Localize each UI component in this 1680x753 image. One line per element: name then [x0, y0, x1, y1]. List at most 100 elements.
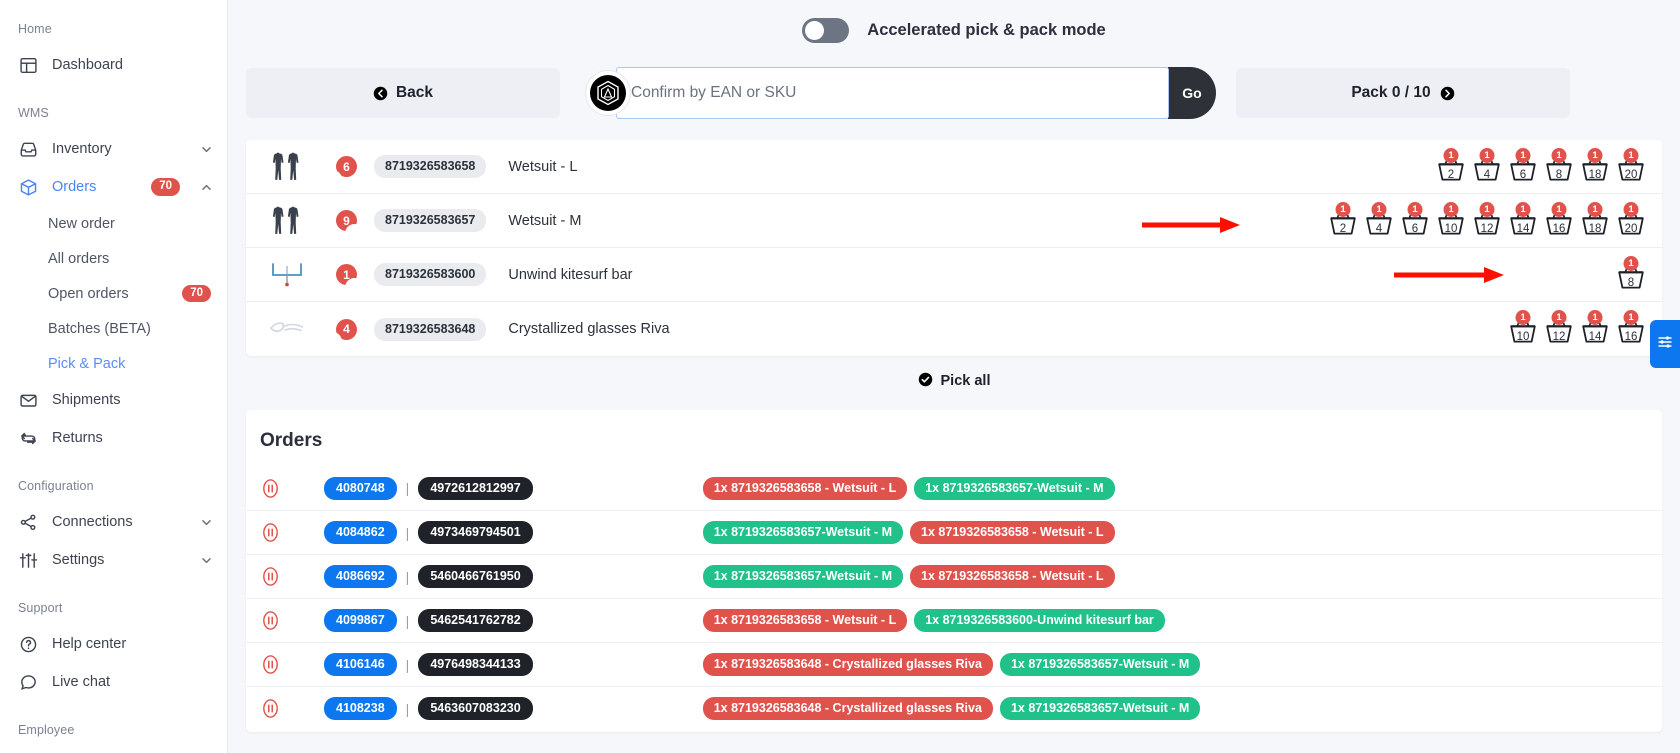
sidebar-subitem-batches-beta-[interactable]: Batches (BETA): [0, 311, 227, 346]
toggle-knob: [345, 277, 364, 297]
chevron-down-icon[interactable]: [200, 143, 213, 156]
chevron-up-icon[interactable]: [200, 181, 213, 194]
chevron-down-icon[interactable]: [200, 554, 213, 567]
bin-location[interactable]: 16: [1508, 147, 1538, 182]
sidebar-subitem-new-order[interactable]: New order: [0, 206, 227, 241]
bin-location[interactable]: 1 20: [1616, 201, 1646, 236]
sidebar-item-crm[interactable]: CRM: [0, 747, 227, 753]
order-row[interactable]: 4099867 | 5462541762782 1x 8719326583658 - …: [246, 598, 1662, 642]
toggle-knob: [805, 20, 825, 40]
order-status-paused-icon[interactable]: [260, 478, 282, 499]
bin-location[interactable]: 1 16: [1616, 310, 1646, 344]
order-row[interactable]: 4084862 | 4973469794501 1x 8719326583657-We…: [246, 510, 1662, 554]
bin-location[interactable]: 1 18: [1580, 201, 1610, 236]
bin-location[interactable]: 16: [1400, 201, 1430, 236]
separator: |: [405, 700, 410, 717]
order-status-paused-icon[interactable]: [260, 698, 282, 719]
separator: |: [405, 656, 410, 673]
filter-panel-tab[interactable]: [1650, 320, 1680, 368]
bin-location[interactable]: 1 10: [1508, 310, 1538, 344]
bin-number: 8: [1627, 276, 1635, 289]
accelerated-mode-label: Accelerated pick & pack mode: [867, 20, 1106, 39]
sidebar-subitem-open-orders[interactable]: Open orders 70: [0, 276, 227, 311]
order-status-paused-icon[interactable]: [260, 610, 282, 631]
accelerated-mode-control: Accelerated pick & pack mode: [802, 17, 1106, 43]
bin-badge: 1: [1407, 201, 1423, 217]
bin-location[interactable]: 1 12: [1472, 201, 1502, 236]
bin-number: 4: [1483, 168, 1491, 181]
toggle-knob: [323, 169, 342, 189]
accelerated-mode-toggle[interactable]: [802, 17, 850, 43]
sidebar-item-label: Shipments: [52, 392, 121, 408]
bin-badge: 1: [1443, 147, 1459, 163]
sidebar-item-inventory[interactable]: Inventory: [0, 130, 227, 168]
pack-label: Pack 0 / 10: [1351, 84, 1431, 101]
bin-badge: 1: [1623, 147, 1639, 163]
bin-location[interactable]: 18: [1616, 255, 1646, 290]
bin-number: 20: [1624, 168, 1638, 181]
sidebar-item-shipments[interactable]: Shipments: [0, 381, 227, 419]
sidebar-item-orders[interactable]: Orders 70: [0, 168, 227, 206]
order-status-paused-icon[interactable]: [260, 522, 282, 543]
go-button[interactable]: Go: [1168, 67, 1216, 119]
bin-location[interactable]: 1 18: [1580, 147, 1610, 182]
shipments-icon: [18, 390, 38, 410]
bin-location[interactable]: 12: [1328, 201, 1358, 236]
scan-input[interactable]: [616, 67, 1169, 119]
bin-location[interactable]: 14: [1364, 201, 1394, 236]
sidebar-section-label: Employee: [18, 723, 75, 737]
order-items: 1x 8719326583648 - Crystallized glasses …: [702, 653, 1201, 676]
sidebar-item-connections[interactable]: Connections: [0, 503, 227, 541]
glasses-icon: [264, 317, 310, 341]
sidebar-subitem-all-orders[interactable]: All orders: [0, 241, 227, 276]
back-label: Back: [395, 84, 434, 101]
bin-location[interactable]: 18: [1544, 147, 1574, 182]
bin-location[interactable]: 12: [1436, 147, 1466, 182]
bin-location[interactable]: 1 14: [1580, 310, 1610, 344]
sidebar-subitem-pick-pack[interactable]: Pick & Pack: [0, 346, 227, 381]
order-id-chip: 4099867: [324, 609, 397, 632]
bin-location[interactable]: 1 14: [1508, 201, 1538, 236]
order-row[interactable]: 4086692 | 5460466761950 1x 8719326583657-We…: [246, 554, 1662, 598]
orders-title: Orders: [260, 430, 323, 451]
dashboard-icon: [18, 55, 38, 75]
pick-product-name: Wetsuit - M: [508, 212, 582, 229]
sidebar-item-settings[interactable]: Settings: [0, 541, 227, 579]
back-button[interactable]: Back: [246, 68, 560, 118]
sidebar-item-live-chat[interactable]: Live chat: [0, 663, 227, 701]
bin-location[interactable]: 1 12: [1544, 310, 1574, 344]
returns-icon: [18, 428, 38, 448]
pick-ean-chip: 8719326583657: [374, 209, 487, 232]
order-row[interactable]: 4108238 | 5463607083230 1x 8719326583648 - …: [246, 686, 1662, 730]
pack-button[interactable]: Pack 0 / 10: [1236, 68, 1570, 118]
sidebar-item-returns[interactable]: Returns: [0, 419, 227, 457]
order-items: 1x 8719326583658 - Wetsuit - L 1x 8719326…: [702, 476, 1115, 500]
pick-product-name: Wetsuit - L: [508, 158, 578, 175]
pick-all-button[interactable]: Pick all: [246, 360, 1662, 402]
sliders-icon: [1657, 334, 1673, 355]
sidebar-item-label: Help center: [52, 636, 127, 652]
bin-location[interactable]: 1 20: [1616, 147, 1646, 182]
sidebar-subitem-label: Open orders: [48, 285, 129, 302]
bin-location[interactable]: 14: [1472, 147, 1502, 182]
bin-number: 6: [1411, 222, 1419, 235]
order-status-paused-icon[interactable]: [260, 566, 282, 587]
bin-number: 18: [1588, 222, 1602, 235]
order-row[interactable]: 4106146 | 4976498344133 1x 8719326583648 - …: [246, 642, 1662, 686]
sidebar-subitem-label: New order: [48, 215, 115, 232]
bin-location[interactable]: 1 10: [1436, 201, 1466, 236]
bin-location[interactable]: 1 16: [1544, 201, 1574, 236]
chevron-down-icon[interactable]: [200, 516, 213, 529]
bin-badge: 1: [1371, 201, 1387, 217]
order-row[interactable]: 4080748 | 4972612812997 1x 8719326583658 - …: [246, 466, 1662, 510]
sidebar-subitem-label: All orders: [48, 250, 110, 267]
separator: |: [405, 568, 410, 585]
sidebar-item-dashboard[interactable]: Dashboard: [0, 46, 227, 84]
bin-number: 10: [1444, 222, 1458, 235]
sidebar-item-help-center[interactable]: Help center: [0, 625, 227, 663]
order-status-paused-icon[interactable]: [260, 654, 282, 675]
help-icon: [18, 634, 38, 654]
bin-badge: 1: [1587, 147, 1603, 163]
bin-badge: 1: [1479, 147, 1495, 163]
toggle-knob: [345, 223, 364, 243]
